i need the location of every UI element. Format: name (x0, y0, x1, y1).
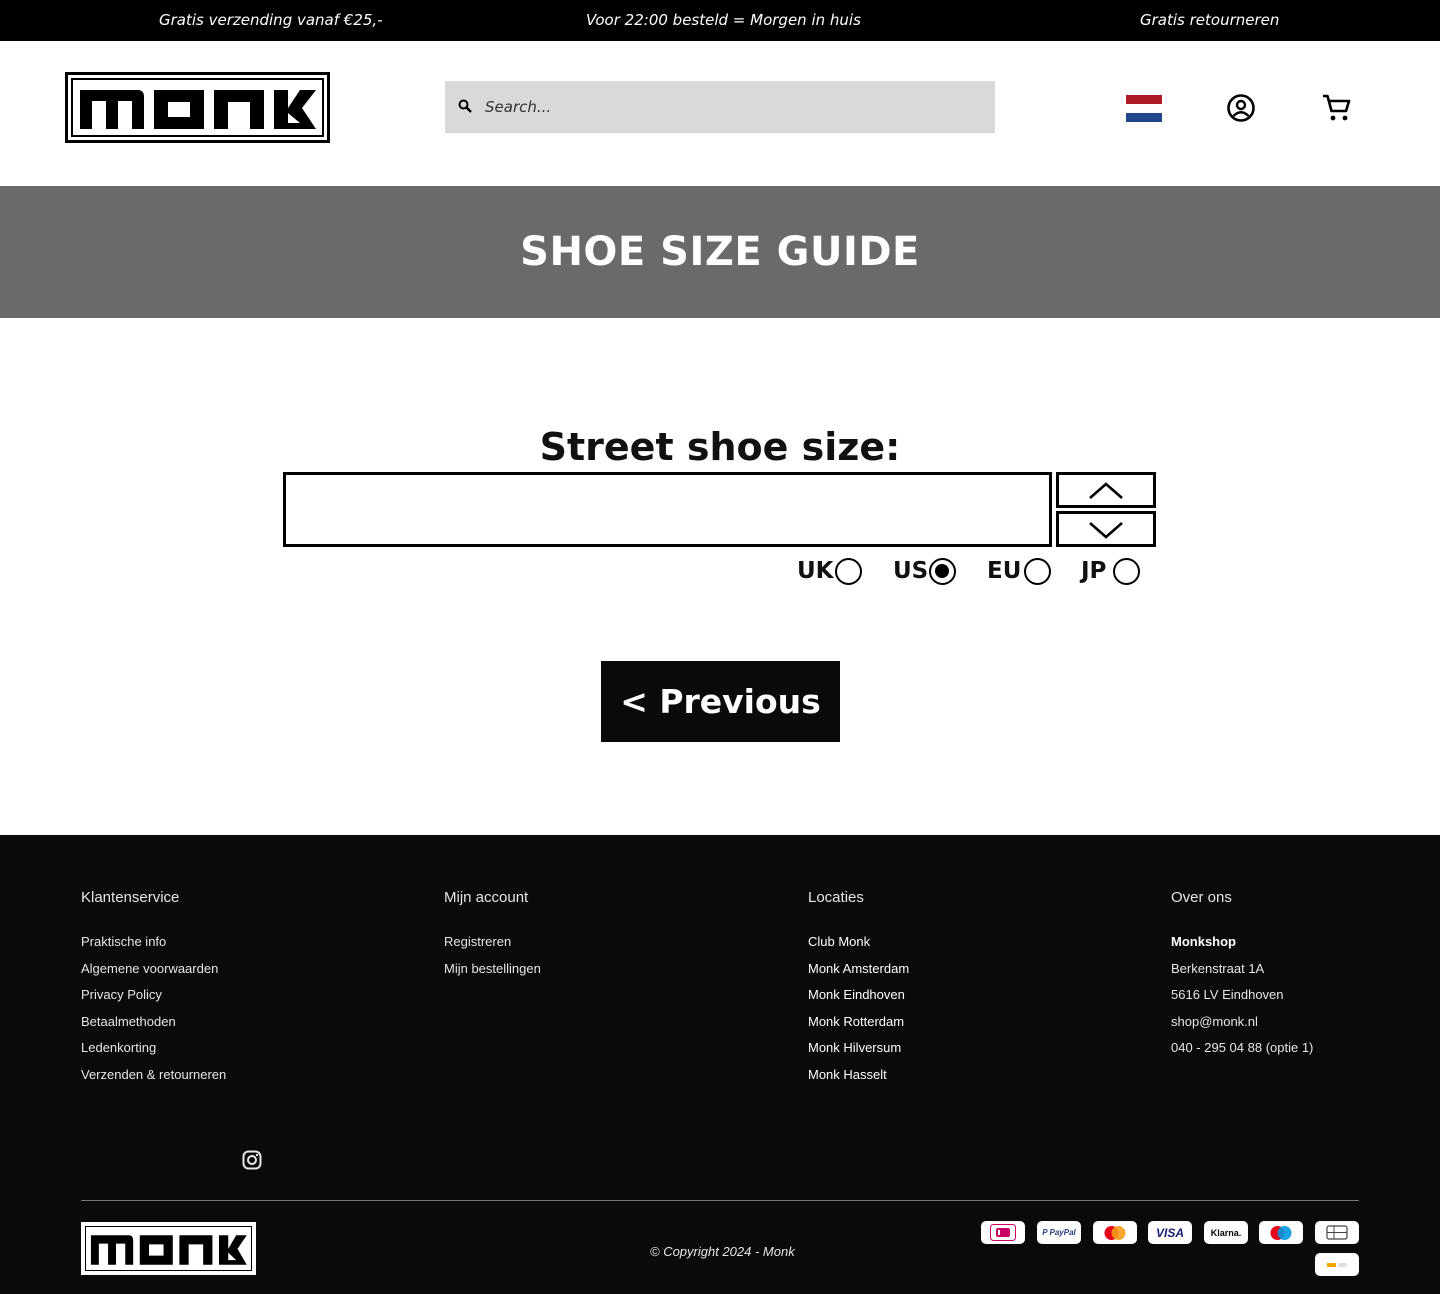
unit-option-jp[interactable]: JP (1081, 556, 1151, 588)
giftcard-payment-icon (1315, 1221, 1359, 1244)
unit-label-eu: EU (987, 558, 1022, 584)
footer-column-customer-service: Klantenservice Praktische info Algemene … (81, 889, 226, 1093)
announcement-free-shipping: Gratis verzending vanaf €25,- (159, 11, 383, 29)
size-increment-button[interactable] (1056, 472, 1156, 508)
footer-link[interactable]: Algemene voorwaarden (81, 961, 226, 988)
copyright-text: © Copyright 2024 - Monk (650, 1244, 795, 1259)
unit-radio-eu[interactable] (1024, 558, 1051, 585)
previous-button[interactable]: < Previous (601, 661, 840, 742)
chevron-up-icon (1089, 482, 1123, 499)
search-bar[interactable] (445, 81, 995, 133)
maestro-payment-icon (1259, 1221, 1303, 1244)
footer-heading: Klantenservice (81, 889, 180, 906)
footer-monk-logo-mark (90, 1235, 247, 1265)
announcement-bar: Gratis verzending vanaf €25,- Voor 22:00… (0, 0, 1440, 41)
chevron-down-icon (1089, 522, 1123, 539)
search-input[interactable] (485, 81, 985, 133)
announcement-next-day: Voor 22:00 besteld = Morgen in huis (586, 11, 861, 29)
footer-email[interactable]: shop@monk.nl (1171, 1014, 1313, 1041)
unit-option-uk[interactable]: UK (797, 556, 867, 588)
bancontact-payment-icon (1315, 1253, 1359, 1276)
footer-link[interactable]: Registreren (444, 934, 541, 961)
footer-divider (81, 1200, 1359, 1201)
footer-phone[interactable]: 040 - 295 04 88 (optie 1) (1171, 1040, 1313, 1067)
page-banner: SHOE SIZE GUIDE (0, 186, 1440, 318)
unit-option-us[interactable]: US (893, 556, 963, 588)
announcement-free-returns: Gratis retourneren (1140, 11, 1280, 29)
paypal-payment-icon: P PayPal (1037, 1221, 1081, 1244)
footer-link[interactable]: Mijn bestellingen (444, 961, 541, 988)
mastercard-payment-icon (1093, 1221, 1137, 1244)
visa-payment-icon: VISA (1148, 1221, 1192, 1244)
monk-logo[interactable] (65, 72, 330, 143)
footer-column-locations: Locaties Club Monk Monk Amsterdam Monk E… (808, 889, 909, 1093)
unit-radio-us[interactable] (929, 558, 956, 585)
flag-stripe-red (1126, 95, 1162, 104)
footer-link[interactable]: Monk Hasselt (808, 1067, 909, 1094)
cart-icon[interactable] (1321, 92, 1352, 123)
site-header (0, 41, 1440, 186)
unit-radio-jp[interactable] (1113, 558, 1140, 585)
instagram-icon[interactable] (242, 1150, 262, 1170)
unit-label-jp: JP (1081, 558, 1107, 584)
footer-link[interactable]: Verzenden & retourneren (81, 1067, 226, 1094)
unit-label-us: US (893, 558, 929, 584)
flag-stripe-blue (1126, 113, 1162, 122)
footer-link[interactable]: Praktische info (81, 934, 226, 961)
footer-heading: Mijn account (444, 889, 529, 906)
size-decrement-button[interactable] (1056, 511, 1156, 547)
footer-link[interactable]: Betaalmethoden (81, 1014, 226, 1041)
unit-radio-uk[interactable] (835, 558, 862, 585)
ideal-payment-icon (981, 1221, 1025, 1244)
footer-link[interactable]: Monk Eindhoven (808, 987, 909, 1014)
footer-link[interactable]: Club Monk (808, 934, 909, 961)
search-icon (458, 99, 472, 113)
footer-link[interactable]: Monk Amsterdam (808, 961, 909, 988)
klarna-payment-icon: Klarna. (1204, 1221, 1248, 1244)
footer-address-city: 5616 LV Eindhoven (1171, 987, 1284, 1002)
flag-stripe-white (1126, 104, 1162, 113)
account-icon[interactable] (1226, 93, 1256, 123)
footer-link[interactable]: Privacy Policy (81, 987, 226, 1014)
footer-column-account: Mijn account Registreren Mijn bestelling… (444, 889, 541, 987)
footer-link[interactable]: Ledenkorting (81, 1040, 226, 1067)
netherlands-flag-icon[interactable] (1126, 95, 1162, 122)
footer-address-street: Berkenstraat 1A (1171, 960, 1265, 976)
footer-link[interactable]: Monk Rotterdam (808, 1014, 909, 1041)
shoe-size-label: Street shoe size: (539, 425, 901, 469)
unit-label-uk: UK (797, 558, 834, 584)
page-title: SHOE SIZE GUIDE (520, 229, 920, 275)
footer-heading: Locaties (808, 889, 864, 906)
footer-monk-logo[interactable] (81, 1222, 256, 1275)
footer-heading: Over ons (1171, 889, 1232, 906)
footer-company-name: Monkshop (1171, 934, 1236, 949)
monk-logo-mark (80, 90, 316, 129)
unit-option-eu[interactable]: EU (987, 556, 1057, 588)
footer-link[interactable]: Monk Hilversum (808, 1040, 909, 1067)
site-footer: Klantenservice Praktische info Algemene … (0, 835, 1440, 1294)
shoe-size-input[interactable] (283, 472, 1052, 547)
footer-column-about: Over ons Monkshop Berkenstraat 1A 5616 L… (1171, 889, 1313, 1067)
